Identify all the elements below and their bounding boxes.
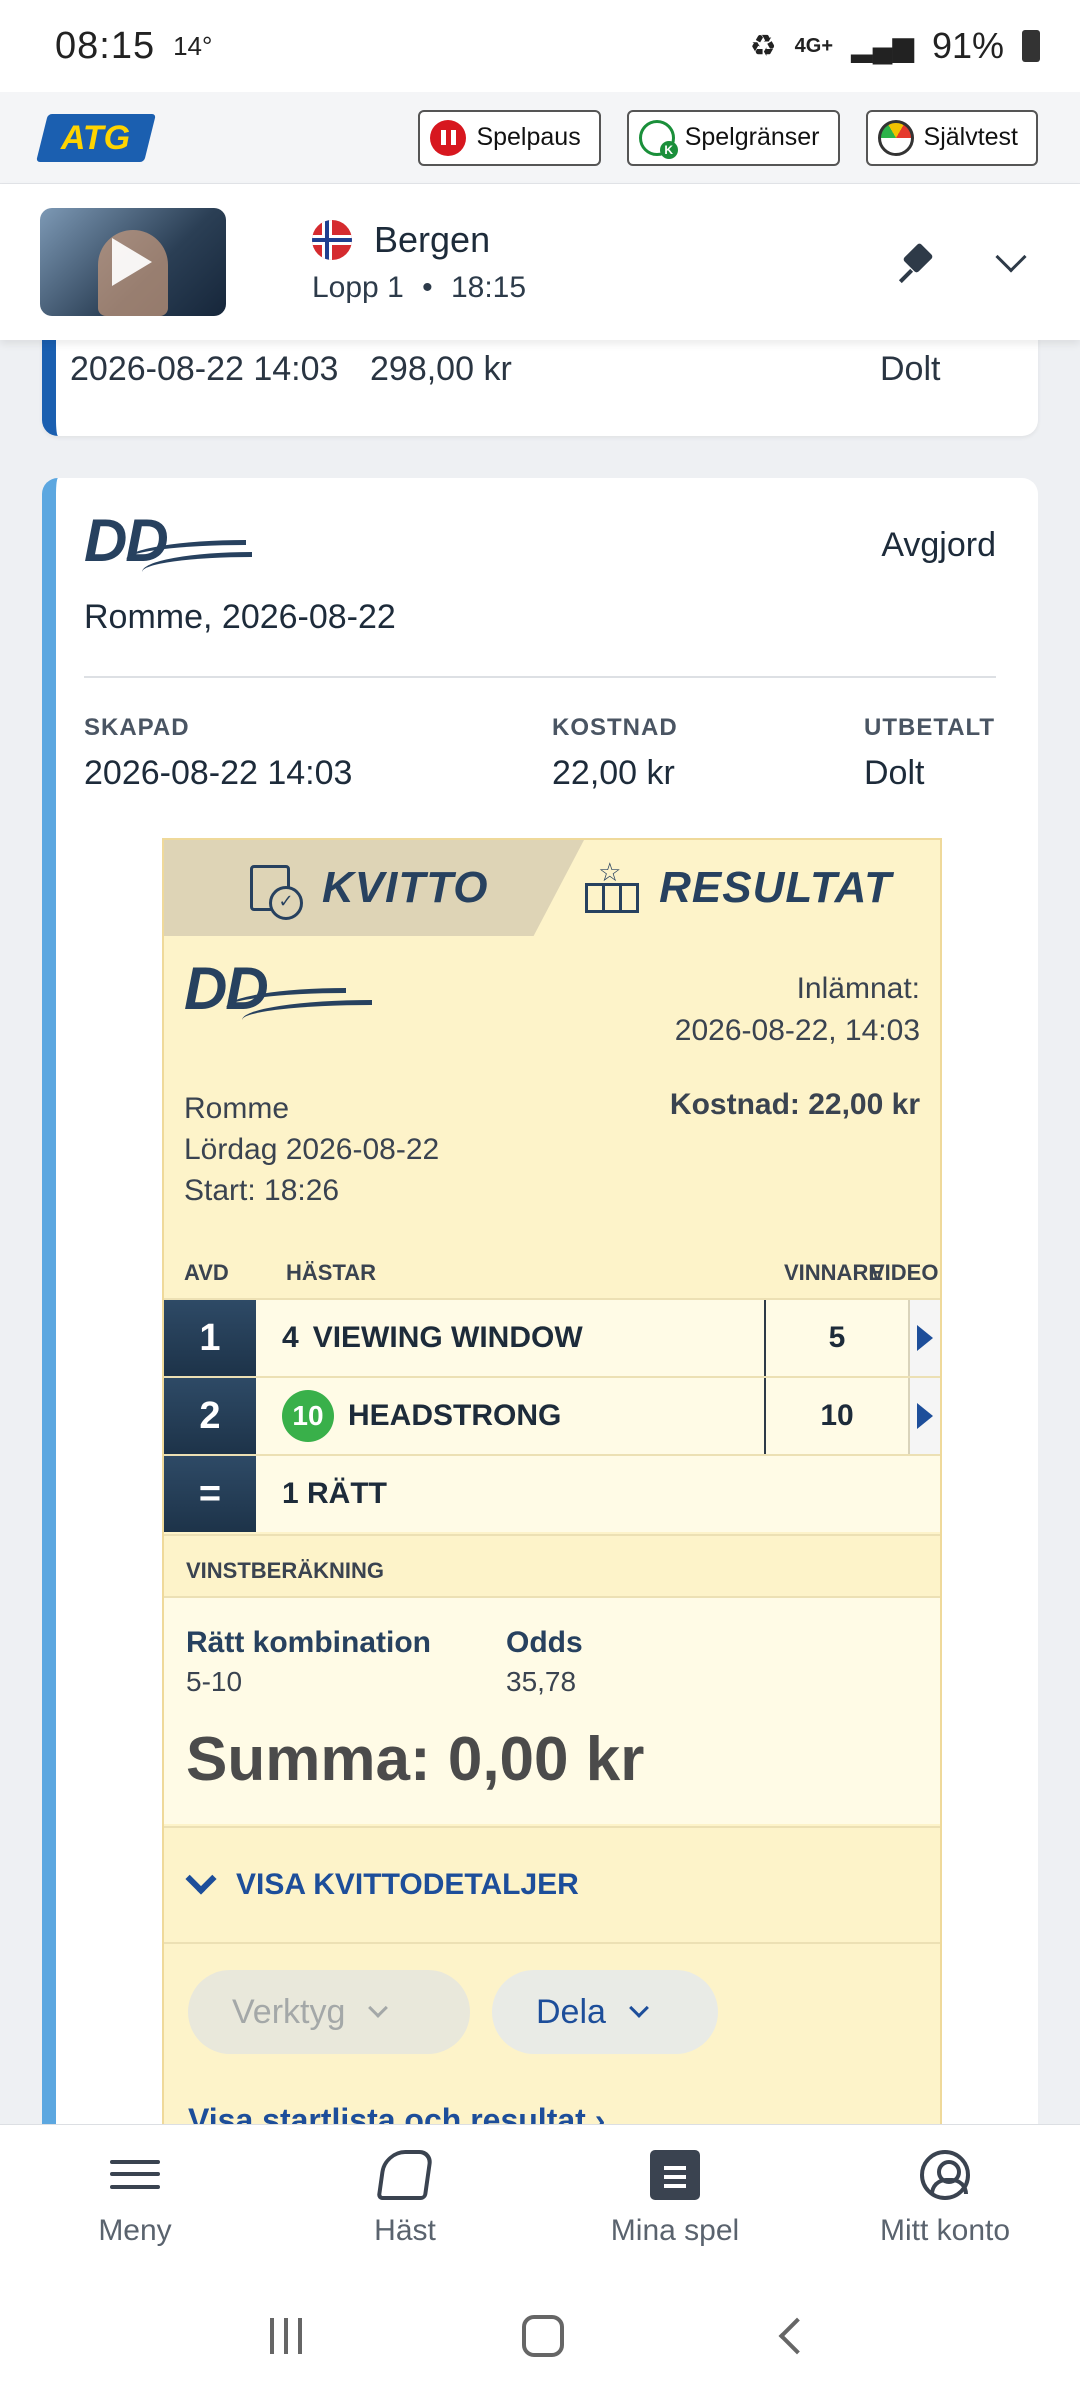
pin-icon[interactable] [898,242,938,282]
odds: Odds 35,78 [506,1626,583,1697]
previous-paid-out: Dolt [880,350,941,388]
pause-icon [430,119,467,156]
win-calc: Rätt kombination 5-10 Odds 35,78 Summa: … [164,1598,940,1824]
win-sum: Summa: 0,00 kr [186,1725,645,1794]
status-icons: ♻ 4G+ ▂▄▆ 91% [750,25,1040,67]
show-receipt-details-link[interactable]: VISA KVITTODETALJER [164,1826,940,1944]
race-info[interactable]: Bergen Lopp 1 • 18:15 [312,219,526,305]
chevron-down-icon [629,1998,649,2018]
limits-icon [638,119,678,159]
receipt-actions: Verktyg Dela [188,1970,718,2054]
recent-apps-icon[interactable] [270,2318,302,2354]
receipt-grid-header: AVD HÄSTAR VINNARE VIDEO [184,1260,939,1285]
live-race-bar: Bergen Lopp 1 • 18:15 [0,184,1080,340]
bet-status: Avgjord [881,526,996,564]
receipt-grid: 1 4 VIEWING WINDOW 5 2 10 HEADSTRONG 10 … [164,1298,940,1532]
horse-name: VIEWING WINDOW [312,1321,583,1354]
avd-number: 2 [164,1378,256,1454]
horse-name: HEADSTRONG [348,1399,562,1432]
spelpaus-button[interactable]: Spelpaus [418,109,601,166]
meta-created: SKAPAD 2026-08-22 14:03 [84,714,353,792]
play-icon [917,1325,933,1351]
horse-number: 4 [282,1321,299,1354]
nav-my-account[interactable]: Mitt konto [810,2125,1080,2272]
gauge-icon [877,119,914,156]
recycle-icon: ♻ [749,29,777,63]
clock: 08:15 [55,24,156,67]
play-icon [917,1403,933,1429]
app-header: ATG Spelpaus Spelgränser Självtest [0,92,1080,184]
spelgranser-button[interactable]: Spelgränser [626,109,840,166]
bet-place-date: Romme, 2026-08-22 [84,598,396,636]
total-label: 1 RÄTT [282,1477,387,1510]
live-video-thumbnail[interactable] [40,208,226,316]
horse-cell: 10 HEADSTRONG [256,1378,766,1454]
account-icon [920,2149,970,2200]
video-play-button[interactable] [910,1300,940,1376]
sjalvtest-button[interactable]: Självtest [865,109,1038,166]
atg-logo[interactable]: ATG [36,113,156,162]
previous-created: 2026-08-22 14:03 [70,350,339,388]
meta-paid-out: UTBETALT Dolt [864,714,996,792]
winner-cell: 10 [766,1378,910,1454]
race-track-name: Bergen [374,219,491,260]
avd-number: 1 [164,1300,256,1376]
chevron-down-icon[interactable] [995,241,1027,273]
podium-icon [585,857,640,913]
spelgranser-label: Spelgränser [684,123,820,151]
winner-cell: 5 [766,1300,910,1376]
system-nav [0,2272,1080,2400]
tools-button[interactable]: Verktyg [188,1970,470,2054]
menu-icon [110,2150,160,2200]
home-icon[interactable] [522,2315,564,2357]
network-icon: 4G+ [794,35,834,57]
correct-combination: Rätt kombination 5-10 [186,1626,431,1697]
play-icon [112,238,152,286]
total-symbol: = [164,1456,256,1532]
norway-flag-icon [312,220,352,260]
share-button[interactable]: Dela [492,1970,718,2054]
sjalvtest-label: Självtest [923,123,1018,151]
dd-logo: DD [84,507,254,590]
nav-menu[interactable]: Meny [0,2125,270,2272]
chevron-down-icon [185,1863,217,1895]
receipt-tabs: KVITTO RESULTAT [164,840,940,936]
status-bar: 08:15 14° ♻ 4G+ ▂▄▆ 91% [0,0,1080,92]
bottom-nav: Meny Häst Mina spel Mitt konto [0,2124,1080,2272]
receipt-check-icon [250,865,303,920]
signal-icon: ▂▄▆ [851,30,914,62]
meta-cost: KOSTNAD 22,00 kr [552,714,678,792]
horse-cell: 4 VIEWING WINDOW [256,1300,766,1376]
receipt-cost: Kostnad: 22,00 kr [669,1088,920,1121]
my-bets-icon [650,2149,700,2200]
video-play-button[interactable] [910,1378,940,1454]
receipt: KVITTO RESULTAT DD Inlämnat: 2026-08-22,… [162,838,942,2158]
race-subtitle: Lopp 1 • 18:15 [312,271,527,304]
temperature: 14° [173,30,213,61]
table-row: 1 4 VIEWING WINDOW 5 [164,1298,940,1376]
win-calc-header: VINSTBERÄKNING [164,1534,940,1598]
receipt-race-info: Romme Lördag 2026-08-22 Start: 18:26 [184,1092,440,1207]
winning-horse-badge: 10 [282,1390,334,1442]
back-icon[interactable] [778,2317,816,2355]
receipt-submitted: Inlämnat: 2026-08-22, 14:03 [674,972,920,1047]
total-row: = 1 RÄTT [164,1454,940,1532]
previous-cost: 298,00 kr [370,350,512,388]
battery-percent: 91% [931,25,1004,66]
bet-card: DD Avgjord Romme, 2026-08-22 SKAPAD 2026… [42,478,1038,2178]
spelpaus-label: Spelpaus [476,123,581,151]
nav-my-bets[interactable]: Mina spel [540,2125,810,2272]
nav-horse[interactable]: Häst [270,2125,540,2272]
horse-icon [376,2149,434,2200]
chevron-down-icon [368,1998,389,2018]
divider [84,676,996,678]
table-row: 2 10 HEADSTRONG 10 [164,1376,940,1454]
tab-resultat[interactable]: RESULTAT [520,840,940,936]
receipt-dd-logo: DD [184,955,372,1038]
responsible-gaming-buttons: Spelpaus Spelgränser Självtest [418,109,1038,166]
battery-icon [1022,30,1040,62]
